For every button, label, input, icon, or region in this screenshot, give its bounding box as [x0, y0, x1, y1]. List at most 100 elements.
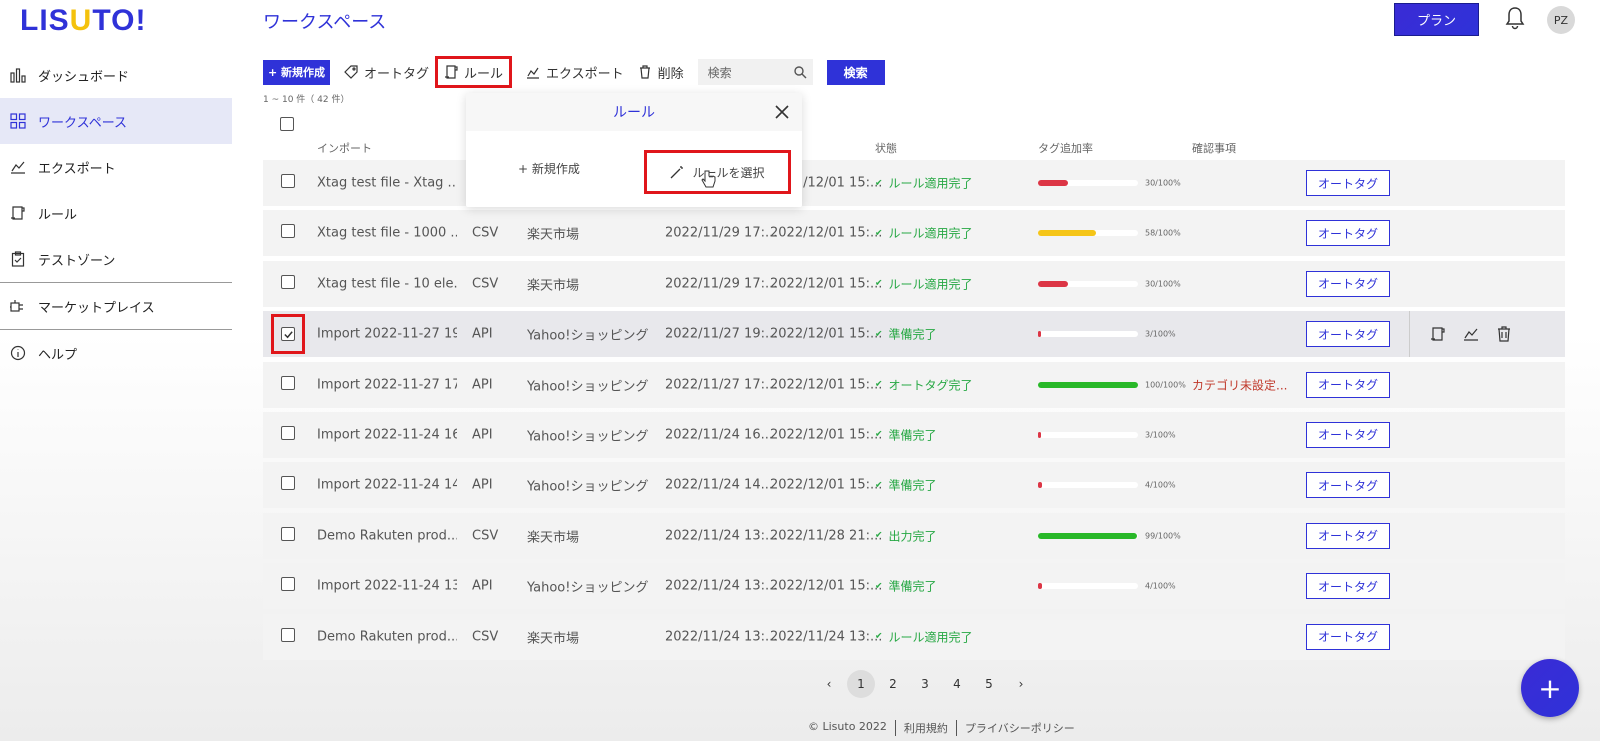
- sidebar-item-label: エクスポート: [38, 161, 116, 177]
- row-autotag-button[interactable]: オートタグ: [1306, 170, 1390, 196]
- table-row[interactable]: Xtag test file - Xtag ... 2022/12/01 15:.…: [263, 160, 1565, 206]
- rule-button[interactable]: ルール: [435, 56, 513, 88]
- row-autotag-button[interactable]: オートタグ: [1306, 421, 1390, 448]
- terms-link[interactable]: 利用規約: [896, 720, 957, 736]
- new-button[interactable]: + 新規作成: [263, 59, 330, 85]
- table-row[interactable]: Xtag test file - 10 ele... CSV 楽天市場 2022/11…: [263, 260, 1565, 307]
- page-1[interactable]: 1: [847, 670, 875, 698]
- sidebar-item-workspace[interactable]: ワークスペース: [0, 98, 232, 144]
- trash-icon[interactable]: [1496, 326, 1512, 342]
- row-name[interactable]: Import 2022-11-24 16:...: [317, 427, 457, 442]
- row-autotag-button[interactable]: オートタグ: [1306, 321, 1390, 348]
- row-autotag-button[interactable]: オートタグ: [1306, 573, 1390, 600]
- row-checkbox[interactable]: [281, 274, 295, 293]
- privacy-link[interactable]: プライバシーポリシー: [957, 720, 1083, 736]
- autotag-button[interactable]: オートタグ: [344, 63, 429, 82]
- check-icon: ✔: [875, 178, 883, 188]
- row-autotag-button[interactable]: オートタグ: [1306, 220, 1390, 247]
- delete-button[interactable]: 削除: [638, 63, 684, 82]
- row-name[interactable]: Import 2022-11-24 14:...: [317, 478, 457, 493]
- row-autotag-button[interactable]: オートタグ: [1306, 623, 1390, 650]
- row-name[interactable]: Import 2022-11-27 17:...: [317, 377, 457, 392]
- row-checkbox[interactable]: [281, 425, 295, 444]
- check-icon: ✔: [875, 480, 883, 491]
- row-checkbox[interactable]: [281, 577, 295, 595]
- page-5[interactable]: 5: [975, 670, 1003, 698]
- table-row[interactable]: Import 2022-11-27 19:... API Yahoo!ショッピング 2…: [263, 311, 1565, 358]
- row-date-created: 2022/11/24 13:...: [665, 629, 778, 645]
- sidebar-item-help[interactable]: ヘルプ: [0, 330, 232, 376]
- export-icon[interactable]: [1463, 326, 1479, 342]
- row-checkbox[interactable]: [281, 476, 295, 494]
- search-input[interactable]: 検索: [697, 59, 813, 85]
- rule-icon[interactable]: [1430, 326, 1446, 342]
- select-all-checkbox[interactable]: [280, 116, 294, 135]
- row-store: Yahoo!ショッピング: [527, 479, 649, 495]
- plug-icon: [10, 298, 26, 314]
- row-name[interactable]: Import 2022-11-24 13:...: [317, 579, 457, 594]
- row-name[interactable]: Xtag test file - Xtag ...: [317, 176, 457, 191]
- sidebar-item-rules[interactable]: ルール: [0, 190, 232, 236]
- table-row[interactable]: Import 2022-11-27 17:... API Yahoo!ショッピング 2…: [263, 361, 1565, 408]
- row-date-created: 2022/11/29 17:...: [665, 225, 778, 241]
- page-4[interactable]: 4: [943, 670, 971, 698]
- popup-select-rule-button[interactable]: ルールを選択: [644, 150, 791, 194]
- row-date-updated: 2022/11/24 13:...: [770, 629, 883, 645]
- row-name[interactable]: Demo Rakuten prod...: [317, 629, 457, 644]
- plan-button[interactable]: プラン: [1394, 3, 1479, 36]
- table-row[interactable]: Demo Rakuten prod... CSV 楽天市場 2022/11/24 13…: [263, 512, 1565, 559]
- sidebar-item-dashboard[interactable]: ダッシュボード: [0, 52, 232, 98]
- prev-page-button[interactable]: ‹: [815, 670, 843, 698]
- check-icon: ✔: [875, 329, 883, 340]
- page-3[interactable]: 3: [911, 670, 939, 698]
- row-autotag-button[interactable]: オートタグ: [1306, 472, 1390, 499]
- row-checkbox[interactable]: [271, 314, 305, 355]
- row-date-updated: 2022/11/28 21:...: [770, 528, 883, 544]
- row-checkbox[interactable]: [281, 224, 295, 242]
- search-button[interactable]: 検索: [826, 59, 885, 85]
- row-checkbox[interactable]: [281, 174, 295, 192]
- lisuto-logo[interactable]: LISUTO!: [20, 4, 146, 38]
- footer: © Lisuto 2022 利用規約 プライバシーポリシー: [800, 720, 1083, 736]
- check-icon: ✔: [875, 228, 883, 239]
- row-autotag-button[interactable]: オートタグ: [1306, 522, 1390, 549]
- next-page-button[interactable]: ›: [1007, 670, 1035, 698]
- sidebar-item-label: ダッシュボード: [38, 69, 130, 85]
- table-row[interactable]: Import 2022-11-24 16:... API Yahoo!ショッピング 2…: [263, 411, 1565, 458]
- toolbar: + 新規作成 オートタグ ルール エクスポート 削除 検索 検索: [263, 56, 885, 88]
- close-icon[interactable]: [772, 102, 792, 122]
- sidebar-item-marketplace[interactable]: マーケットプレイス: [0, 283, 232, 329]
- row-checkbox[interactable]: [281, 627, 295, 646]
- table-row[interactable]: Xtag test file - 1000 ... CSV 楽天市場 2022/11/…: [263, 210, 1565, 257]
- row-status-label: 準備完了: [888, 579, 937, 594]
- row-date-created: 2022/11/24 13:...: [665, 528, 778, 544]
- table-row[interactable]: Import 2022-11-24 13:... API Yahoo!ショッピング 2…: [263, 563, 1565, 610]
- sidebar-item-testzone[interactable]: テストゾーン: [0, 236, 232, 282]
- row-type: API: [472, 578, 493, 594]
- bell-icon[interactable]: [1504, 6, 1526, 30]
- table-row[interactable]: Import 2022-11-24 14:... API Yahoo!ショッピング 2…: [263, 462, 1565, 509]
- table-row[interactable]: Demo Rakuten prod... CSV 楽天市場 2022/11/24 13…: [263, 613, 1565, 660]
- row-name[interactable]: Demo Rakuten prod...: [317, 528, 457, 543]
- add-fab-button[interactable]: +: [1521, 659, 1579, 717]
- avatar[interactable]: PZ: [1547, 6, 1575, 34]
- autotag-label: オートタグ: [364, 66, 430, 82]
- wand-icon: [671, 166, 684, 179]
- row-store: 楽天市場: [527, 530, 580, 546]
- info-icon: [10, 345, 26, 361]
- row-store: 楽天市場: [527, 278, 580, 294]
- row-name[interactable]: Xtag test file - 1000 ...: [317, 226, 457, 241]
- row-type: API: [472, 326, 493, 342]
- row-name[interactable]: Xtag test file - 10 ele...: [317, 276, 457, 291]
- sidebar-item-export[interactable]: エクスポート: [0, 144, 232, 190]
- row-autotag-button[interactable]: オートタグ: [1306, 270, 1390, 297]
- row-checkbox[interactable]: [281, 526, 295, 545]
- popup-new-button[interactable]: + 新規作成: [518, 160, 580, 177]
- row-name[interactable]: Import 2022-11-27 19:...: [317, 327, 457, 342]
- row-autotag-button[interactable]: オートタグ: [1306, 371, 1390, 398]
- export-button[interactable]: エクスポート: [526, 63, 624, 82]
- row-checkbox[interactable]: [281, 375, 295, 394]
- row-progress-fill: [1038, 532, 1137, 539]
- row-progress-fill: [1038, 331, 1041, 338]
- page-2[interactable]: 2: [879, 670, 907, 698]
